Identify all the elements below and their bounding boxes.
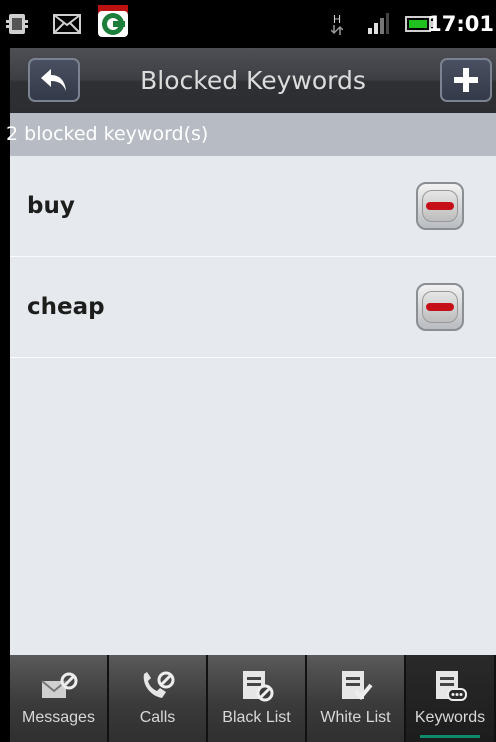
blocked-count-bar: 2 blocked keyword(s) [6,113,496,156]
plus-icon [454,68,478,92]
tab-label: Keywords [414,709,486,726]
back-button[interactable] [28,58,80,102]
tab-label: Black List [222,709,291,726]
status-time: 17:01 [427,12,494,36]
phone-screen: H 17:01 Blocked Keywords 2 blocked keywo… [0,0,496,742]
title-bar: Blocked Keywords [10,48,496,113]
add-keyword-button[interactable] [440,58,492,102]
tab-calls[interactable]: Calls [109,655,208,742]
minus-icon [422,291,458,323]
tab-label: Messages [22,709,95,726]
keyword-row[interactable]: buy [10,156,496,257]
signal-icon [366,10,390,38]
keywords-icon [432,669,468,703]
back-arrow-icon [41,69,66,91]
black-list-icon [239,669,275,703]
tab-messages[interactable]: Messages [10,655,109,742]
call-block-icon [138,669,178,703]
sd-card-icon [4,10,30,38]
tab-label: White List [320,709,391,726]
network-type-label: H [332,12,342,26]
mail-icon [52,10,82,38]
page-title: Blocked Keywords [140,66,366,95]
keyword-list-panel: 2 blocked keyword(s) buy cheap [6,113,496,655]
keyword-row[interactable]: cheap [10,257,496,358]
message-block-icon [39,669,79,703]
delete-keyword-button[interactable] [416,182,464,230]
minus-icon [422,190,458,222]
app-notification-icon [96,2,130,40]
blocked-count-label: 2 blocked keyword(s) [6,123,209,145]
delete-keyword-button[interactable] [416,283,464,331]
tab-keywords[interactable]: Keywords [406,655,496,742]
bottom-tab-bar: Messages Calls Black List White List Key… [10,655,496,742]
status-bar: H 17:01 [0,0,496,48]
active-tab-indicator [420,735,480,738]
keyword-label: buy [27,193,75,219]
network-icon: H [328,10,346,38]
tab-label: Calls [139,709,176,726]
tab-black-list[interactable]: Black List [208,655,307,742]
tab-white-list[interactable]: White List [307,655,406,742]
keyword-label: cheap [27,294,105,320]
white-list-icon [338,669,374,703]
